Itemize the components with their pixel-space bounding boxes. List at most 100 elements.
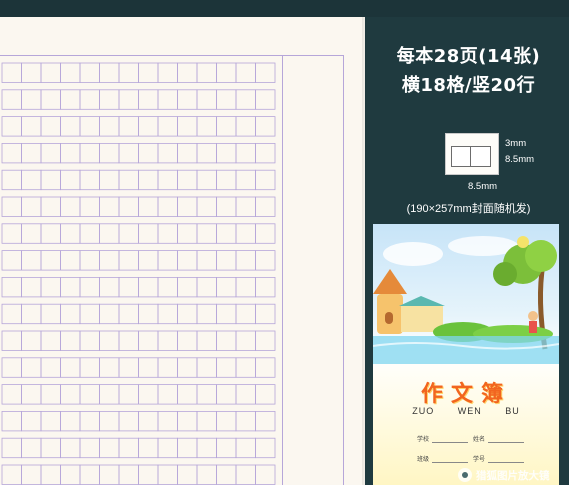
grid-cell [79, 89, 100, 110]
grid-cell [157, 250, 178, 271]
grid-cell [1, 303, 22, 325]
grid-cell [40, 196, 61, 217]
grid-cell [1, 464, 22, 485]
grid-cell [235, 464, 256, 485]
size-note: (190×257mm封面随机发) [406, 203, 531, 215]
grid-cell [255, 89, 276, 110]
grid-cell [40, 143, 61, 164]
grid-cell [40, 330, 61, 351]
grid-cell [40, 62, 61, 83]
grid-cell [157, 89, 178, 110]
grid-cell [138, 143, 159, 164]
grid-cell [177, 62, 198, 83]
grid-cell [1, 276, 22, 298]
grid-cell [99, 250, 120, 271]
grid-cell [255, 116, 276, 137]
grid-cell [196, 62, 217, 83]
grid-cell [118, 62, 139, 83]
grid-cell [216, 384, 237, 405]
diagram-cell-left [451, 146, 472, 167]
grid-cell [99, 384, 120, 405]
grid-cell [118, 303, 139, 325]
grid-cell [196, 303, 217, 325]
grid-cell [255, 196, 276, 217]
grid-cell [40, 250, 61, 271]
grid-cell [118, 143, 139, 164]
grid-cell [216, 169, 237, 191]
grid-cell [255, 223, 276, 244]
grid-cell [216, 116, 237, 137]
grid-cell [60, 303, 81, 325]
grid-cell [118, 410, 139, 432]
watermark: 猎狐图片放大镜 [458, 466, 550, 484]
grid-cell [79, 196, 100, 217]
grid-cell [40, 464, 61, 485]
grid-cell [177, 250, 198, 271]
field-school-label: 学校 [417, 436, 430, 443]
cover-form-row-2: 班级 学号 [417, 454, 527, 463]
grid-cell [60, 169, 81, 191]
grid-cell [216, 330, 237, 351]
grid-cell [138, 276, 159, 298]
grid-cell [60, 89, 81, 110]
grid-cell [40, 116, 61, 137]
grid-cell [138, 330, 159, 351]
grid-cell [196, 250, 217, 271]
grid-cell [60, 143, 81, 164]
grid-cell [138, 410, 159, 432]
pages-spec: 每本28页(14张) [396, 46, 541, 67]
grid-cell [1, 330, 22, 351]
grid-cell [99, 223, 120, 244]
grid-cell [21, 223, 42, 244]
grid-cell [118, 357, 139, 378]
grid-cell [99, 464, 120, 485]
grid-cell [118, 464, 139, 485]
grid-cell [235, 62, 256, 83]
grid-cell [216, 464, 237, 485]
grid-cell [255, 464, 276, 485]
grid-cell [1, 196, 22, 217]
grid-cell [118, 196, 139, 217]
grid-cell [196, 169, 217, 191]
top-strip [0, 0, 569, 17]
grid-cell [99, 357, 120, 378]
grid-cell [177, 89, 198, 110]
grid-cell [235, 223, 256, 244]
grid-cell [138, 464, 159, 485]
grid-cell [138, 116, 159, 137]
grid-cell [21, 169, 42, 191]
grid-cell [21, 464, 42, 485]
grid-cell [99, 330, 120, 351]
grid-cell [79, 330, 100, 351]
grid-cell [216, 410, 237, 432]
grid-cell [157, 116, 178, 137]
grid-cell [138, 223, 159, 244]
grid-cell [196, 357, 217, 378]
grid-cell [157, 276, 178, 298]
grid-cell [157, 410, 178, 432]
grid-cell [99, 276, 120, 298]
grid-cell [79, 384, 100, 405]
grid-cell [255, 303, 276, 325]
grid-cell [196, 330, 217, 351]
grid-cell [118, 116, 139, 137]
grid-cell [40, 89, 61, 110]
grid-cell [255, 437, 276, 459]
grid-cell [60, 384, 81, 405]
grid-cell [196, 276, 217, 298]
grid-cell [255, 250, 276, 271]
grid-cell [177, 196, 198, 217]
grid-spec: 横18格/竖20行 [401, 75, 536, 96]
grid-cell [118, 437, 139, 459]
grid-cell [40, 410, 61, 432]
grid-cell [118, 330, 139, 351]
grid-top-border [0, 55, 344, 56]
grid-cell [177, 143, 198, 164]
grid-cell [235, 410, 256, 432]
grid-cell [79, 464, 100, 485]
grid-cell [216, 223, 237, 244]
grid-cell [157, 437, 178, 459]
grid-cell [177, 357, 198, 378]
grid-cell [216, 357, 237, 378]
grid-cell [216, 303, 237, 325]
